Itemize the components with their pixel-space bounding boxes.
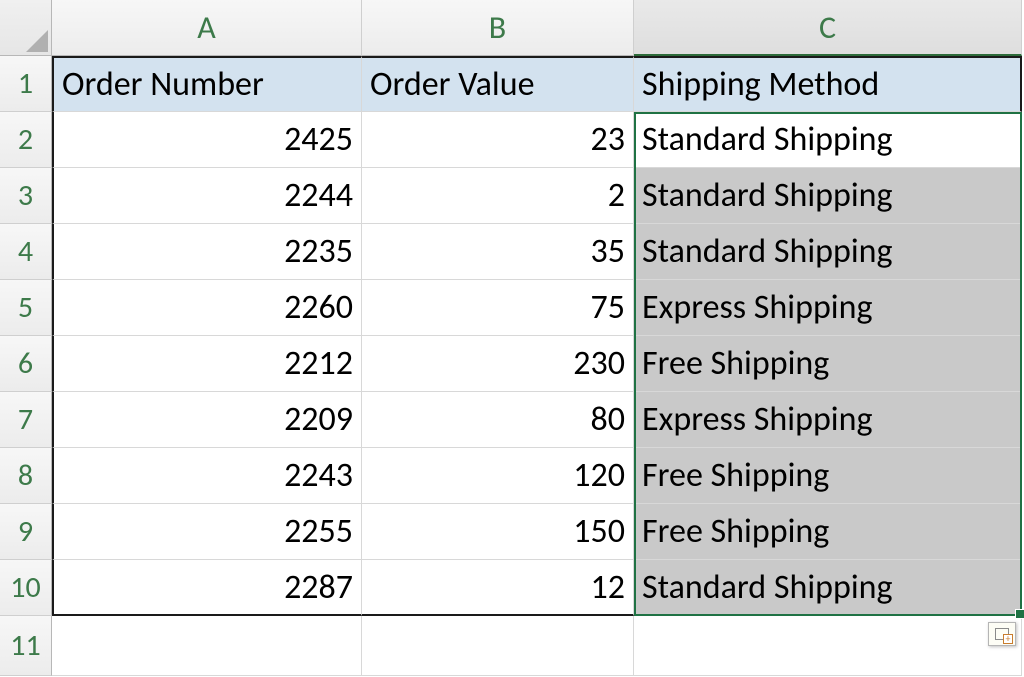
cell-C3[interactable]: Standard Shipping bbox=[634, 168, 1022, 224]
cell-A8[interactable]: 2243 bbox=[52, 448, 362, 504]
row-header-3[interactable]: 3 bbox=[0, 168, 52, 224]
row-header-9[interactable]: 9 bbox=[0, 504, 52, 560]
cell-B3[interactable]: 2 bbox=[362, 168, 634, 224]
cell-A10[interactable]: 2287 bbox=[52, 560, 362, 616]
cell-A1[interactable]: Order Number bbox=[52, 56, 362, 112]
column-header-B[interactable]: B bbox=[362, 0, 634, 56]
cell-C5[interactable]: Express Shipping bbox=[634, 280, 1022, 336]
cell-A7[interactable]: 2209 bbox=[52, 392, 362, 448]
row-header-7[interactable]: 7 bbox=[0, 392, 52, 448]
row-header-1[interactable]: 1 bbox=[0, 56, 52, 112]
cell-B11[interactable] bbox=[362, 616, 634, 676]
select-all-corner[interactable] bbox=[0, 0, 52, 56]
row-header-4[interactable]: 4 bbox=[0, 224, 52, 280]
cell-A6[interactable]: 2212 bbox=[52, 336, 362, 392]
row-header-5[interactable]: 5 bbox=[0, 280, 52, 336]
cell-B4[interactable]: 35 bbox=[362, 224, 634, 280]
quick-analysis-button[interactable]: + bbox=[988, 622, 1016, 646]
cell-C2[interactable]: Standard Shipping bbox=[634, 112, 1022, 168]
cell-C7[interactable]: Express Shipping bbox=[634, 392, 1022, 448]
cell-A11[interactable] bbox=[52, 616, 362, 676]
spreadsheet-grid: A B C 1 Order Number Order Value Shippin… bbox=[0, 0, 1024, 672]
cell-C6[interactable]: Free Shipping bbox=[634, 336, 1022, 392]
cell-B6[interactable]: 230 bbox=[362, 336, 634, 392]
cell-C4[interactable]: Standard Shipping bbox=[634, 224, 1022, 280]
cell-C1[interactable]: Shipping Method bbox=[634, 56, 1022, 112]
cell-C9[interactable]: Free Shipping bbox=[634, 504, 1022, 560]
cell-C8[interactable]: Free Shipping bbox=[634, 448, 1022, 504]
column-header-A[interactable]: A bbox=[52, 0, 362, 56]
cell-A9[interactable]: 2255 bbox=[52, 504, 362, 560]
cell-C10[interactable]: Standard Shipping bbox=[634, 560, 1022, 616]
cell-B10[interactable]: 12 bbox=[362, 560, 634, 616]
row-header-11[interactable]: 11 bbox=[0, 616, 52, 676]
cell-B8[interactable]: 120 bbox=[362, 448, 634, 504]
cell-B7[interactable]: 80 bbox=[362, 392, 634, 448]
cell-A5[interactable]: 2260 bbox=[52, 280, 362, 336]
cell-A4[interactable]: 2235 bbox=[52, 224, 362, 280]
row-header-6[interactable]: 6 bbox=[0, 336, 52, 392]
cell-B5[interactable]: 75 bbox=[362, 280, 634, 336]
cell-B2[interactable]: 23 bbox=[362, 112, 634, 168]
cell-C11[interactable] bbox=[634, 616, 1022, 676]
row-header-2[interactable]: 2 bbox=[0, 112, 52, 168]
spreadsheet-viewport: A B C 1 Order Number Order Value Shippin… bbox=[0, 0, 1024, 677]
row-header-8[interactable]: 8 bbox=[0, 448, 52, 504]
cell-A3[interactable]: 2244 bbox=[52, 168, 362, 224]
cell-B1[interactable]: Order Value bbox=[362, 56, 634, 112]
cell-B9[interactable]: 150 bbox=[362, 504, 634, 560]
row-header-10[interactable]: 10 bbox=[0, 560, 52, 616]
column-header-C[interactable]: C bbox=[634, 0, 1022, 56]
cell-A2[interactable]: 2425 bbox=[52, 112, 362, 168]
